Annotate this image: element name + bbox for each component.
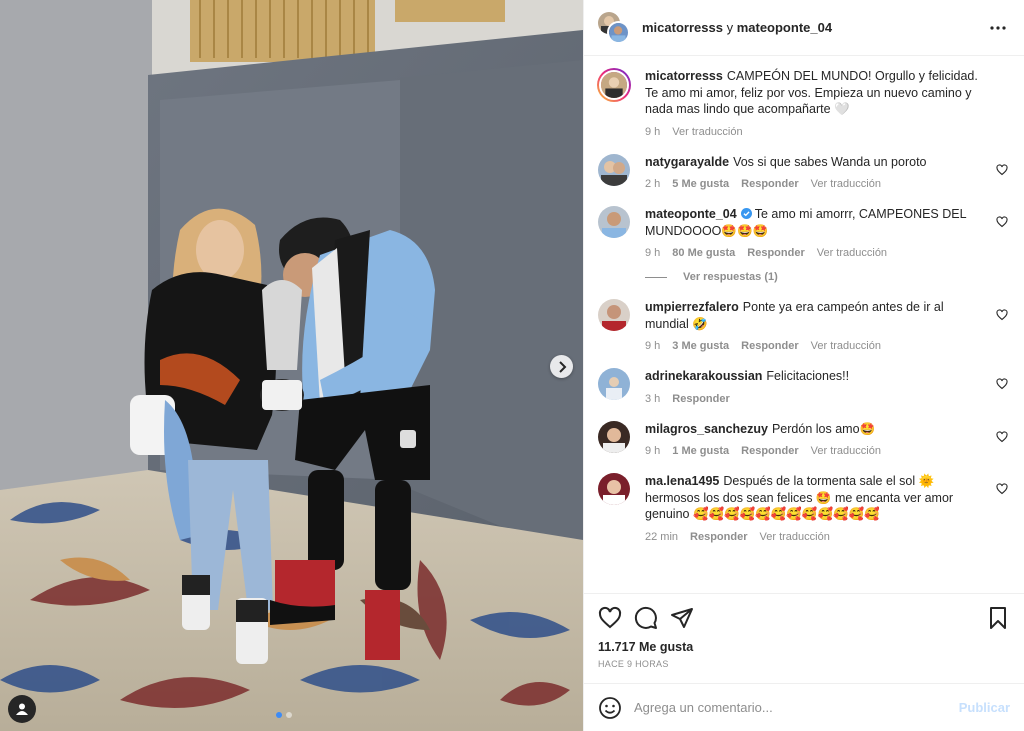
avatar [598,206,630,238]
comment-item: adrinekarakoussian Felicitaciones!! 3 h R… [598,368,1008,405]
avatar [599,70,629,100]
comment-avatar[interactable] [598,420,630,453]
avatar [598,153,630,186]
caption-avatar[interactable] [597,68,631,102]
comment-input[interactable] [634,700,959,715]
collab-avatars[interactable] [598,11,630,44]
view-replies-button[interactable]: Ver respuestas (1) [645,271,1008,283]
like-comment-heart-icon[interactable] [996,378,1008,390]
carousel-indicator [276,712,292,718]
comment-avatar[interactable] [598,153,630,186]
like-comment-heart-icon[interactable] [996,430,1008,443]
comment-bubble-icon[interactable] [634,606,658,630]
save-bookmark-icon[interactable] [986,606,1010,630]
post-caption: micatorresss CAMPEÓN DEL MUNDO! Orgullo y… [597,68,1008,138]
avatar [598,299,630,331]
caption-username[interactable]: micatorresss [645,69,723,83]
coauthor-username[interactable]: mateoponte_04 [737,20,832,35]
chevron-right-icon [558,360,566,373]
post-photo[interactable] [0,0,583,731]
comment-likes[interactable]: 80 Me gusta [672,247,735,259]
post-actions: 11.717 Me gusta HACE 9 HORAS [584,593,1024,683]
comment-username[interactable]: natygarayalde [645,155,729,169]
comment-text: Vos si que sabes Wanda un poroto [733,154,927,169]
post-authors: micatorresss y mateoponte_04 [642,20,986,35]
comment-time: 9 h [645,247,661,259]
caption-time: 9 h [645,125,661,138]
like-comment-heart-icon[interactable] [996,163,1008,176]
translate-link[interactable]: Ver traducción [811,340,881,352]
translate-link[interactable]: Ver traducción [760,531,830,543]
comment-username[interactable]: adrinekarakoussian [645,369,762,383]
post-timestamp: HACE 9 HORAS [598,659,669,669]
share-send-icon[interactable] [670,606,694,630]
like-comment-heart-icon[interactable] [996,216,1008,228]
comment-avatar[interactable] [598,206,630,238]
reply-button[interactable]: Responder [741,445,798,457]
like-comment-heart-icon[interactable] [996,309,1008,321]
translate-link[interactable]: Ver traducción [817,247,887,259]
translate-link[interactable]: Ver traducción [811,445,881,457]
comment-time: 3 h [645,392,661,405]
reply-button[interactable]: Responder [747,247,804,259]
reply-button[interactable]: Responder [741,178,798,190]
comment-likes[interactable]: 1 Me gusta [672,445,729,457]
translate-link[interactable]: Ver traducción [811,178,881,190]
author-username[interactable]: micatorresss [642,20,723,35]
avatar [598,473,630,505]
more-options-button[interactable] [986,16,1010,40]
add-comment-bar: Publicar [584,683,1024,731]
user-icon [16,703,28,715]
avatar [607,20,630,44]
reply-button[interactable]: Responder [672,393,729,405]
comment-username[interactable]: milagros_sanchezuy [645,422,768,436]
reply-button[interactable]: Responder [741,340,798,352]
view-replies-label: Ver respuestas (1) [683,271,778,283]
comment-avatar[interactable] [598,473,630,505]
post-comment-button[interactable]: Publicar [959,700,1010,715]
reply-button[interactable]: Responder [690,531,747,543]
replies-divider [645,276,667,278]
comment-item: ma.lena1495 Después de la tormenta sale e… [598,473,1008,543]
comment-likes[interactable]: 5 Me gusta [672,178,729,190]
comment-item: natygarayalde Vos si que sabes Wanda un p… [598,153,1008,190]
emoji-smile-icon[interactable] [598,696,622,720]
carousel-dot-active [276,712,282,718]
post-header: micatorresss y mateoponte_04 [584,0,1024,56]
caption-translate-link[interactable]: Ver traducción [672,126,742,138]
instagram-post-view: micatorresss y mateoponte_04 micatorress… [0,0,1024,731]
comment-avatar[interactable] [598,368,630,400]
carousel-dot [286,712,292,718]
more-horizontal-icon [990,25,1006,30]
like-heart-icon[interactable] [598,606,622,630]
comment-item: mateoponte_04 Te amo mi amorrr, CAMPEONES… [598,206,1008,259]
tagged-users-button[interactable] [8,695,36,723]
avatar [598,368,630,400]
comment-text: Felicitaciones!! [766,369,850,383]
next-image-button[interactable] [550,355,573,378]
verified-badge-icon [740,208,752,219]
avatar [598,420,630,453]
comment-item: milagros_sanchezuy Perdón los amo🤩 9 h 1 … [598,420,1008,457]
post-image [0,0,583,731]
comment-text: Perdón los amo🤩 [771,421,876,436]
comment-item: umpierrezfalero Ponte ya era campeón ante… [598,299,1008,352]
comments-list[interactable]: micatorresss CAMPEÓN DEL MUNDO! Orgullo y… [584,56,1024,593]
comment-time: 9 h [645,445,661,457]
comment-time: 9 h [645,340,661,352]
likes-count[interactable]: 11.717 Me gusta [598,640,1010,654]
author-conjunction: y [726,20,734,35]
post-side-panel: micatorresss y mateoponte_04 micatorress… [583,0,1024,731]
comment-time: 2 h [645,178,661,190]
comment-username[interactable]: mateoponte_04 [645,207,737,221]
comment-avatar[interactable] [598,299,630,331]
caption-text-block: micatorresss CAMPEÓN DEL MUNDO! Orgullo y… [645,68,986,118]
comment-username[interactable]: ma.lena1495 [645,474,719,488]
comment-time: 22 min [645,530,679,543]
comment-likes[interactable]: 3 Me gusta [672,340,729,352]
like-comment-heart-icon[interactable] [996,483,1008,495]
comment-username[interactable]: umpierrezfalero [645,300,739,314]
